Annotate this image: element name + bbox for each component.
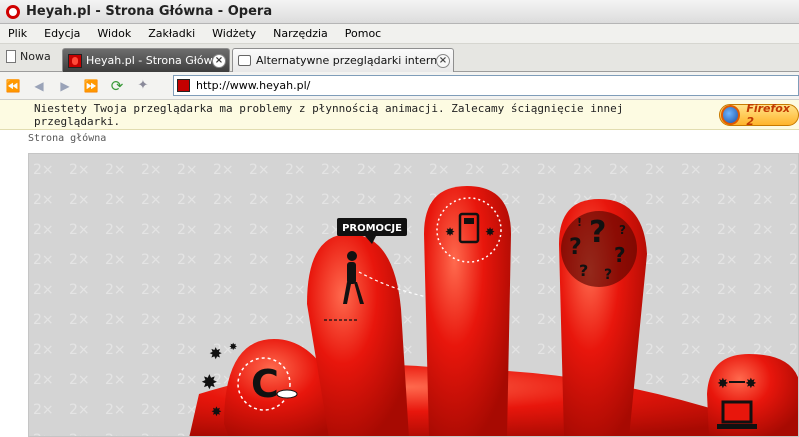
menu-zakladki[interactable]: Zakładki bbox=[140, 27, 204, 40]
laptop-icon bbox=[721, 400, 753, 424]
firefox-badge-label: Firefox 2 bbox=[746, 101, 790, 128]
menu-widok[interactable]: Widok bbox=[89, 27, 140, 40]
svg-text:?: ? bbox=[619, 223, 626, 237]
menu-edycja[interactable]: Edycja bbox=[36, 27, 89, 40]
flash-stage: 2× C ✸ ✸ ✸ ✸ PROMOCJE bbox=[28, 153, 799, 437]
forward-icon[interactable]: ▶ bbox=[52, 76, 78, 96]
menu-widzety[interactable]: Widżety bbox=[204, 27, 265, 40]
rewind-icon[interactable]: ⏪ bbox=[0, 76, 26, 96]
new-tab-button[interactable]: Nowa bbox=[6, 50, 51, 63]
menu-narzedzia[interactable]: Narzędzia bbox=[265, 27, 337, 40]
window-title: Heyah.pl - Strona Główna - Opera bbox=[26, 4, 273, 19]
svg-text:✸: ✸ bbox=[229, 342, 237, 353]
address-bar[interactable]: http://www.heyah.pl/ bbox=[173, 75, 799, 96]
svg-text:✸: ✸ bbox=[717, 376, 729, 392]
tab-bar: Nowa Heyah.pl - Strona Główna × Alternat… bbox=[0, 44, 799, 72]
svg-text:!: ! bbox=[577, 216, 582, 229]
svg-text:✸: ✸ bbox=[445, 225, 455, 239]
tab-alternative-browsers[interactable]: Alternatywne przeglądarki internet... × bbox=[232, 48, 454, 72]
reload-icon[interactable]: ⟳ bbox=[104, 76, 130, 96]
svg-text:?: ? bbox=[604, 267, 612, 283]
firefox-logo-icon bbox=[721, 104, 741, 125]
svg-text:✸: ✸ bbox=[745, 376, 757, 392]
svg-text:?: ? bbox=[589, 215, 606, 250]
url-text[interactable]: http://www.heyah.pl/ bbox=[196, 79, 310, 92]
svg-text:✸: ✸ bbox=[211, 405, 222, 420]
navigation-bar: ⏪ ◀ ▶ ⏩ ⟳ ✦ http://www.heyah.pl/ bbox=[0, 72, 799, 100]
svg-text:✸: ✸ bbox=[201, 370, 218, 394]
new-page-icon bbox=[6, 50, 16, 63]
svg-text:?: ? bbox=[569, 235, 582, 260]
page-content: Niestety Twoja przeglądarka ma problemy … bbox=[0, 100, 799, 437]
firefox-download-button[interactable]: Firefox 2 bbox=[719, 101, 799, 128]
svg-text:?: ? bbox=[579, 261, 588, 280]
tab-label: Heyah.pl - Strona Główna bbox=[86, 54, 212, 67]
promo-label[interactable]: PROMOCJE bbox=[342, 223, 402, 234]
notice-text: Niestety Twoja przeglądarka ma problemy … bbox=[34, 101, 624, 128]
back-icon[interactable]: ◀ bbox=[26, 76, 52, 96]
fast-forward-icon[interactable]: ⏩ bbox=[78, 76, 104, 96]
menu-bar: Plik Edycja Widok Zakładki Widżety Narzę… bbox=[0, 24, 799, 44]
new-tab-label: Nowa bbox=[20, 50, 51, 63]
svg-text:?: ? bbox=[614, 243, 626, 267]
speech-bubble-icon bbox=[238, 55, 251, 66]
breadcrumb: Strona główna bbox=[28, 133, 107, 144]
menu-pomoc[interactable]: Pomoc bbox=[337, 27, 390, 40]
svg-text:✸: ✸ bbox=[485, 225, 495, 239]
hand-illustration: 2× C ✸ ✸ ✸ ✸ PROMOCJE bbox=[29, 154, 798, 436]
opera-logo-icon bbox=[6, 4, 20, 19]
tab-heyah[interactable]: Heyah.pl - Strona Główna × bbox=[62, 48, 230, 72]
close-tab-icon[interactable]: × bbox=[212, 53, 226, 68]
heyah-favicon-icon bbox=[68, 53, 82, 68]
close-tab-icon[interactable]: × bbox=[436, 53, 450, 68]
wand-icon[interactable]: ✦ bbox=[130, 76, 156, 96]
svg-text:C: C bbox=[251, 362, 279, 406]
menu-plik[interactable]: Plik bbox=[0, 27, 36, 40]
title-bar: Heyah.pl - Strona Główna - Opera bbox=[0, 0, 799, 24]
tab-label: Alternatywne przeglądarki internet... bbox=[256, 54, 436, 67]
heyah-favicon-icon bbox=[177, 79, 190, 92]
browser-notice-bar: Niestety Twoja przeglądarka ma problemy … bbox=[0, 100, 799, 130]
svg-text:✸: ✸ bbox=[209, 344, 222, 363]
